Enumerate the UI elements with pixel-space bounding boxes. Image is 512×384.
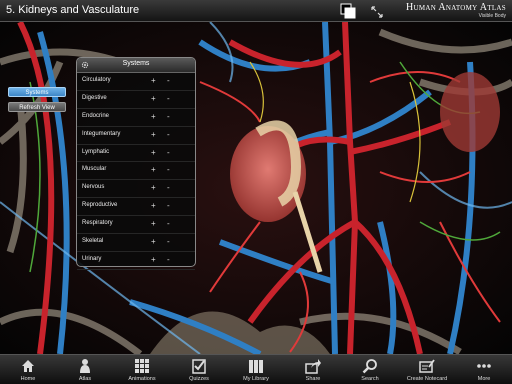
tab-more[interactable]: More	[456, 357, 512, 384]
top-bar: 5. Kidneys and Vasculature Human Anatomy…	[0, 0, 512, 22]
add-system-button[interactable]: +	[151, 165, 156, 174]
tab-animations[interactable]: Animations	[114, 357, 170, 384]
remove-system-button[interactable]: -	[167, 112, 170, 121]
tab-label: Animations	[128, 376, 156, 382]
tab-label: Home	[20, 376, 36, 382]
system-label: Lymphatic	[82, 148, 110, 155]
remove-system-button[interactable]: -	[167, 130, 170, 139]
system-row-lymphatic[interactable]: Lymphatic + -	[77, 145, 195, 163]
system-label: Integumentary	[82, 130, 121, 137]
system-label: Nervous	[82, 184, 105, 191]
system-label: Urinary	[82, 255, 102, 262]
system-label: Reproductive	[82, 202, 118, 209]
tab-label: More	[477, 376, 491, 382]
add-system-button[interactable]: +	[151, 219, 156, 228]
systems-panel: Systems Circulatory + - Digestive + - En…	[76, 57, 196, 270]
system-row-urinary[interactable]: Urinary + -	[77, 252, 195, 270]
remove-system-button[interactable]: -	[167, 165, 170, 174]
systems-panel-header: Systems	[77, 58, 195, 73]
expand-icon[interactable]	[370, 5, 384, 19]
notecard-icon	[419, 359, 435, 373]
brand-logo: Human Anatomy Atlas Visible Body	[406, 2, 506, 19]
tab-quizzes[interactable]: Quizzes	[171, 357, 227, 384]
remove-system-button[interactable]: -	[167, 94, 170, 103]
add-system-button[interactable]: +	[151, 183, 156, 192]
system-label: Digestive	[82, 94, 107, 101]
tab-my-library[interactable]: My Library	[228, 357, 284, 384]
systems-list: Circulatory + - Digestive + - Endocrine …	[77, 73, 195, 270]
add-system-button[interactable]: +	[151, 94, 156, 103]
tab-label: Atlas	[78, 376, 92, 382]
tab-create-notecard[interactable]: Create Notecard	[399, 357, 455, 384]
home-icon	[22, 360, 34, 372]
tab-label: Create Notecard	[406, 376, 448, 382]
grid-icon	[135, 359, 149, 373]
system-row-muscular[interactable]: Muscular + -	[77, 162, 195, 181]
library-icon	[249, 360, 263, 373]
add-system-button[interactable]: +	[151, 201, 156, 210]
system-label: Circulatory	[82, 77, 111, 83]
system-row-respiratory[interactable]: Respiratory + -	[77, 216, 195, 235]
tab-atlas[interactable]: Atlas	[57, 357, 113, 384]
system-label: Endocrine	[82, 112, 110, 119]
bottom-toolbar: Home Atlas Animations Quizzes My Library…	[0, 354, 512, 384]
system-row-integumentary[interactable]: Integumentary + -	[77, 127, 195, 145]
system-label: Skeletal	[82, 238, 104, 245]
remove-system-button[interactable]: -	[167, 201, 170, 210]
tab-label: My Library	[243, 376, 269, 382]
add-system-button[interactable]: +	[151, 148, 156, 157]
anatomy-viewport[interactable]: Systems Refresh View Systems Circulatory…	[0, 22, 512, 354]
brand-subtitle: Visible Body	[478, 13, 506, 19]
refresh-view-button[interactable]: Refresh View	[8, 102, 66, 112]
tab-label: Quizzes	[189, 376, 209, 382]
system-row-nervous[interactable]: Nervous + -	[77, 180, 195, 199]
remove-system-button[interactable]: -	[167, 76, 170, 85]
tab-home[interactable]: Home	[0, 357, 56, 384]
remove-system-button[interactable]: -	[167, 219, 170, 228]
share-icon	[305, 359, 321, 374]
more-icon	[477, 364, 491, 368]
tab-label: Share	[305, 376, 321, 382]
system-label: Respiratory	[82, 220, 113, 227]
system-row-reproductive[interactable]: Reproductive + -	[77, 198, 195, 217]
tab-label: Search	[361, 376, 379, 382]
search-icon	[362, 359, 377, 374]
system-row-digestive[interactable]: Digestive + -	[77, 91, 195, 109]
systems-button[interactable]: Systems	[8, 87, 66, 97]
add-system-button[interactable]: +	[151, 237, 156, 246]
checklist-icon	[192, 359, 206, 374]
person-icon	[80, 359, 90, 373]
system-row-circulatory[interactable]: Circulatory + -	[77, 73, 195, 91]
tab-search[interactable]: Search	[342, 357, 398, 384]
tab-share[interactable]: Share	[285, 357, 341, 384]
add-system-button[interactable]: +	[151, 255, 156, 264]
system-row-endocrine[interactable]: Endocrine + -	[77, 109, 195, 127]
system-label: Muscular	[82, 166, 107, 173]
systems-panel-title: Systems	[122, 60, 150, 67]
add-system-button[interactable]: +	[151, 112, 156, 121]
remove-system-button[interactable]: -	[167, 148, 170, 157]
add-system-button[interactable]: +	[151, 76, 156, 85]
remove-system-button[interactable]: -	[167, 255, 170, 264]
color-swap-icon[interactable]	[340, 3, 356, 19]
page-title: 5. Kidneys and Vasculature	[6, 4, 140, 16]
right-kidney[interactable]	[440, 72, 500, 152]
brand-title: Human Anatomy Atlas	[406, 2, 506, 13]
add-system-button[interactable]: +	[151, 130, 156, 139]
system-row-skeletal[interactable]: Skeletal + -	[77, 234, 195, 252]
remove-system-button[interactable]: -	[167, 237, 170, 246]
remove-system-button[interactable]: -	[167, 183, 170, 192]
